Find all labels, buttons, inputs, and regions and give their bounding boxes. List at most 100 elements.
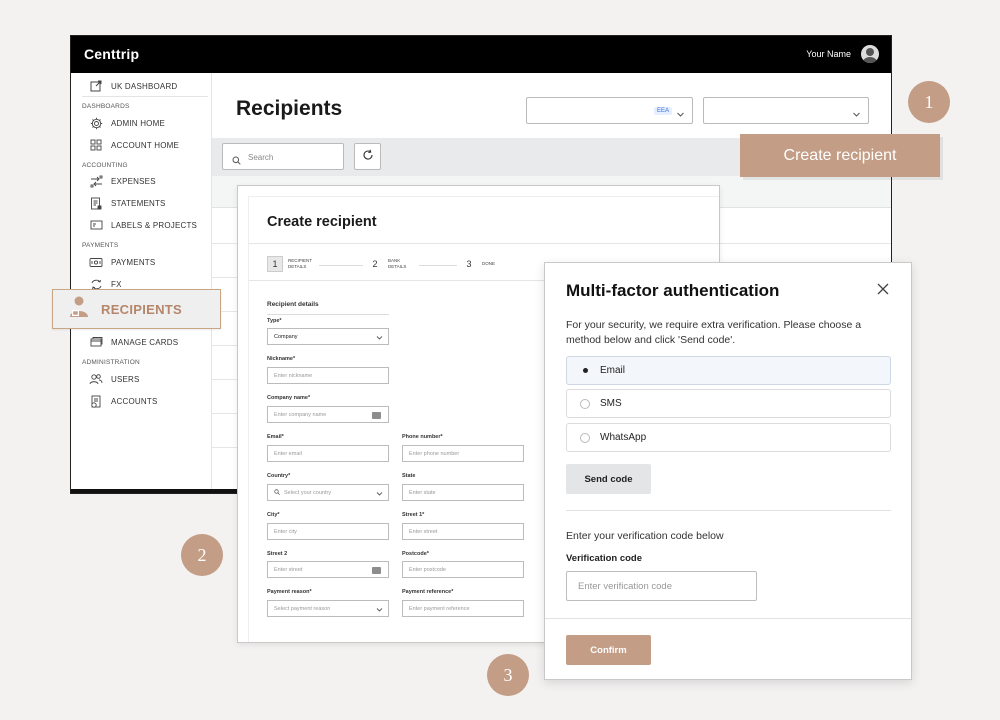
sidebar-item-label: USERS <box>111 374 140 384</box>
type-select[interactable]: Company <box>267 328 389 345</box>
state-placeholder: Enter state <box>409 489 436 496</box>
payment-reference-field[interactable]: Enter payment reference <box>402 600 524 617</box>
sidebar-item-account-home[interactable]: ACCOUNT HOME <box>89 137 179 153</box>
postcode-field[interactable]: Enter postcode <box>402 561 524 578</box>
city-label: City* <box>267 512 280 518</box>
sidebar-item-statements[interactable]: STATEMENTS <box>89 195 166 211</box>
verification-code-placeholder: Enter verification code <box>578 580 672 592</box>
search-placeholder: Search <box>248 153 274 162</box>
send-code-button[interactable]: Send code <box>566 464 651 494</box>
region-badge: EEA <box>653 107 672 115</box>
sidebar-item-uk-dashboard[interactable]: UK DASHBOARD <box>89 78 177 94</box>
email-field[interactable]: Enter email <box>267 445 389 462</box>
user-name[interactable]: Your Name <box>806 49 851 59</box>
sidebar-item-labels-projects[interactable]: LABELS & PROJECTS <box>89 217 197 233</box>
sidebar-item-label: FX <box>111 279 122 289</box>
divider <box>566 510 891 511</box>
gear-icon <box>89 116 103 130</box>
phone-field[interactable]: Enter phone number <box>402 445 524 462</box>
nickname-input[interactable]: Enter nickname <box>267 367 389 384</box>
company-name-input[interactable]: Enter company name <box>267 406 389 423</box>
page-title: Recipients <box>236 97 343 120</box>
step-recipient-details: 1 RECIPIENT DETAILS <box>267 256 314 272</box>
grid-icon <box>89 138 103 152</box>
option-whatsapp[interactable]: WhatsApp <box>566 423 891 452</box>
verification-subtitle: Enter your verification code below <box>566 530 724 542</box>
sidebar-item-label: STATEMENTS <box>111 198 166 208</box>
radio-icon <box>580 398 590 409</box>
sidebar-item-label: LABELS & PROJECTS <box>111 220 198 230</box>
card-icon <box>372 567 381 574</box>
option-label: WhatsApp <box>600 432 647 443</box>
recipient-person-icon <box>69 296 89 323</box>
sidebar-item-label: UK DASHBOARD <box>111 81 178 91</box>
street2-placeholder: Enter street <box>274 566 303 573</box>
postcode-placeholder: Enter postcode <box>409 566 446 573</box>
street1-field[interactable]: Enter street <box>402 523 524 540</box>
modal-title: Multi-factor authentication <box>566 281 780 300</box>
phone-placeholder: Enter phone number <box>409 450 460 457</box>
confirm-button[interactable]: Confirm <box>566 635 651 665</box>
expenses-icon <box>89 174 103 188</box>
close-icon[interactable] <box>877 279 889 300</box>
sidebar-section-accounting: ACCOUNTING <box>82 162 128 169</box>
option-email[interactable]: Email <box>566 356 891 385</box>
sidebar-item-label: ACCOUNTS <box>111 396 158 406</box>
step-number: 2 <box>372 259 378 269</box>
country-placeholder: Select your country <box>284 489 332 496</box>
sidebar: UK DASHBOARD DASHBOARDS ADMIN HOME ACCOU… <box>71 73 212 491</box>
search-input[interactable]: Search <box>222 143 344 170</box>
top-bar: Centtrip Your Name <box>71 36 891 73</box>
refresh-button[interactable] <box>354 143 381 170</box>
type-value: Company <box>274 333 298 340</box>
sidebar-item-users[interactable]: USERS <box>89 371 140 387</box>
search-icon <box>274 488 280 497</box>
street1-placeholder: Enter street <box>409 528 438 535</box>
nickname-label: Nickname* <box>267 356 296 362</box>
street2-label: Street 2 <box>267 551 288 557</box>
sidebar-item-admin-home[interactable]: ADMIN HOME <box>89 115 165 131</box>
payment-reason-label: Payment reason* <box>267 589 312 595</box>
payment-reference-label: Payment reference* <box>402 589 454 595</box>
panel-title: Create recipient <box>267 214 377 230</box>
create-recipient-button[interactable]: Create recipient <box>740 134 940 177</box>
payment-reason-select[interactable]: Select payment reason <box>267 600 389 617</box>
sidebar-item-recipients[interactable]: RECIPIENTS <box>52 289 221 329</box>
document-icon <box>89 196 103 210</box>
external-link-icon <box>89 79 103 93</box>
city-field[interactable]: Enter city <box>267 523 389 540</box>
section-label: Recipient details <box>267 301 319 308</box>
option-sms[interactable]: SMS <box>566 389 891 418</box>
region-dropdown[interactable]: EEA <box>526 97 693 124</box>
divider <box>267 314 389 315</box>
email-placeholder: Enter email <box>274 450 302 457</box>
type-label: Type* <box>267 318 282 324</box>
country-select[interactable]: Select your country <box>267 484 389 501</box>
sidebar-item-accounts[interactable]: ACCOUNTS <box>89 393 158 409</box>
step-connector <box>319 265 363 266</box>
step-bubble-2: 2 <box>181 534 223 576</box>
step-bubble-1: 1 <box>908 81 950 123</box>
state-field[interactable]: Enter state <box>402 484 524 501</box>
step-bubble-3: 3 <box>487 654 529 696</box>
sidebar-item-expenses[interactable]: EXPENSES <box>89 173 156 189</box>
verification-code-input[interactable]: Enter verification code <box>566 571 757 601</box>
sidebar-item-payments[interactable]: PAYMENTS <box>89 254 155 270</box>
account-dropdown[interactable] <box>703 97 869 124</box>
country-label: Country* <box>267 473 291 479</box>
step-label: DONE <box>482 261 496 266</box>
avatar-icon[interactable] <box>861 45 879 63</box>
step-connector <box>419 265 457 266</box>
street2-field[interactable]: Enter street <box>267 561 389 578</box>
sidebar-item-manage-cards[interactable]: MANAGE CARDS <box>89 334 178 350</box>
sidebar-divider <box>82 96 208 97</box>
logo[interactable]: Centtrip <box>84 46 139 62</box>
radio-selected-icon <box>580 366 590 376</box>
chevron-down-icon <box>852 106 861 124</box>
street1-label: Street 1* <box>402 512 425 518</box>
sidebar-item-label: ACCOUNT HOME <box>111 140 180 150</box>
cards-icon <box>89 335 103 349</box>
accounts-icon <box>89 394 103 408</box>
verification-code-label: Verification code <box>566 553 643 564</box>
users-icon <box>89 372 103 386</box>
